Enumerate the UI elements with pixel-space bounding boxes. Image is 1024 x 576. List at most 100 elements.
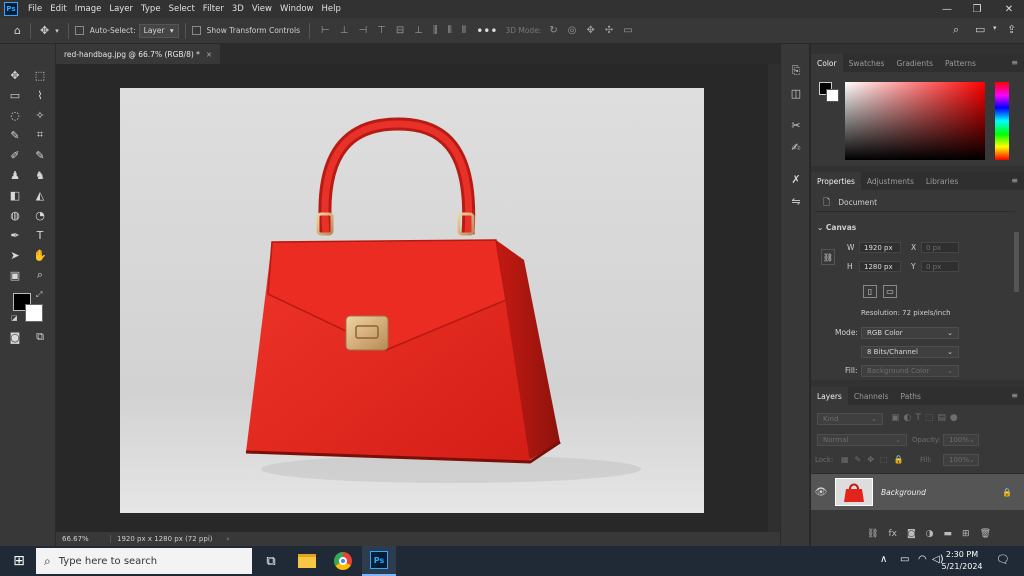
magic-wand-icon[interactable]: ✧	[30, 106, 50, 124]
link-layers-icon[interactable]: ⛓	[867, 529, 878, 539]
3d-roll-icon[interactable]: ◎	[568, 25, 577, 36]
landscape-orientation-icon[interactable]: ▭	[883, 285, 897, 298]
marquee-tool-icon[interactable]: ▭	[5, 86, 25, 104]
properties-scrollbar[interactable]	[1014, 232, 1019, 292]
delete-layer-icon[interactable]: 🗑	[980, 529, 991, 539]
background-color-swatch[interactable]	[25, 304, 43, 322]
auto-select-dropdown[interactable]: Layer ▾	[138, 23, 179, 38]
menu-layer[interactable]: Layer	[105, 4, 137, 14]
fill-dropdown[interactable]: Background Color ⌄	[861, 365, 959, 377]
add-mask-icon[interactable]: ◙	[907, 529, 916, 539]
close-tab-icon[interactable]: ×	[206, 50, 212, 59]
share-icon[interactable]: ⇪	[1007, 23, 1016, 36]
auto-select-checkbox[interactable]	[74, 26, 84, 35]
history-brush-icon[interactable]: ♞	[30, 166, 50, 184]
brush-settings-icon[interactable]: ✂	[789, 118, 803, 132]
type-tool-icon[interactable]: T	[30, 226, 50, 244]
align-right-icon[interactable]: ⊣	[358, 25, 367, 36]
swap-colors-icon[interactable]: ⤢	[36, 290, 42, 300]
tab-patterns[interactable]: Patterns	[939, 54, 982, 72]
x-field[interactable]: 0 px	[921, 242, 959, 253]
dodge-tool-icon[interactable]: ◔	[30, 206, 50, 224]
move-tool-icon[interactable]: ✥	[5, 66, 25, 84]
menu-window[interactable]: Window	[276, 4, 318, 14]
menu-select[interactable]: Select	[165, 4, 199, 14]
shape-tool-icon[interactable]: ▣	[5, 266, 25, 284]
3d-pan-icon[interactable]: ✥	[586, 25, 594, 36]
canvas-section-header[interactable]: ⌄ Canvas	[817, 223, 856, 232]
panel-menu-icon[interactable]: ≡	[1011, 176, 1018, 185]
tab-properties[interactable]: Properties	[811, 172, 861, 190]
distribute-h-icon[interactable]: ⦀	[462, 25, 466, 36]
tab-gradients[interactable]: Gradients	[890, 54, 939, 72]
width-field[interactable]: 1920 px	[859, 242, 901, 253]
artboard-tool-icon[interactable]: ⬚	[30, 66, 50, 84]
distribute-icon[interactable]: ⫼	[433, 25, 438, 36]
close-button[interactable]: ✕	[994, 0, 1024, 18]
layer-name[interactable]: Background	[881, 488, 1002, 497]
tab-libraries[interactable]: Libraries	[920, 172, 964, 190]
document-canvas[interactable]	[56, 64, 768, 532]
clone-stamp-icon[interactable]: ♟	[5, 166, 25, 184]
menu-image[interactable]: Image	[71, 4, 106, 14]
wifi-icon[interactable]: ◠	[918, 554, 927, 565]
crop-tool-icon[interactable]: ⌗	[30, 126, 50, 144]
lock-icon[interactable]: 🔒	[1002, 488, 1012, 497]
tab-layers[interactable]: Layers	[811, 387, 848, 405]
zoom-level[interactable]: 66.67%	[62, 535, 106, 543]
path-select-icon[interactable]: ➤	[5, 246, 25, 264]
tab-adjustments[interactable]: Adjustments	[861, 172, 920, 190]
height-field[interactable]: 1280 px	[859, 261, 901, 272]
eraser-tool-icon[interactable]: ◧	[5, 186, 25, 204]
search-icon[interactable]: ⌕	[953, 23, 959, 37]
panel-menu-icon[interactable]: ≡	[1011, 391, 1018, 400]
home-icon[interactable]: ⌂	[14, 24, 21, 37]
brushes-panel-icon[interactable]: ✍	[789, 140, 803, 154]
vertical-scrollbar[interactable]	[768, 64, 780, 532]
layer-row-background[interactable]: 👁 Background 🔒	[811, 474, 1024, 510]
distribute-v-icon[interactable]: ⫴	[448, 25, 452, 36]
opacity-field[interactable]: 100% ⌄	[943, 434, 979, 446]
polygon-lasso-icon[interactable]: ◌	[5, 106, 25, 124]
mode-dropdown[interactable]: RGB Color ⌄	[861, 327, 959, 339]
default-colors-icon[interactable]: ◪	[11, 314, 18, 322]
status-menu-arrow[interactable]: ›	[227, 535, 230, 543]
eyedropper-icon[interactable]: ✎	[5, 126, 25, 144]
minimize-button[interactable]: —	[932, 0, 962, 18]
tab-swatches[interactable]: Swatches	[843, 54, 891, 72]
show-transform-checkbox[interactable]	[191, 26, 201, 35]
tab-paths[interactable]: Paths	[895, 387, 927, 405]
battery-icon[interactable]: ▭	[900, 554, 909, 565]
portrait-orientation-icon[interactable]: ▯	[863, 285, 877, 298]
paragraph-panel-icon[interactable]: ⇋	[789, 194, 803, 208]
move-tool-icon[interactable]: ✥	[40, 24, 49, 37]
hand-tool-icon[interactable]: ✋	[30, 246, 50, 264]
new-group-icon[interactable]: ▬	[944, 529, 953, 539]
tab-channels[interactable]: Channels	[848, 387, 895, 405]
menu-filter[interactable]: Filter	[199, 4, 228, 14]
zoom-tool-icon[interactable]: ⌕	[30, 266, 50, 284]
layer-filter-icons[interactable]: ▣◐T⬚▤●	[891, 413, 962, 423]
align-middle-icon[interactable]: ⊟	[396, 25, 404, 36]
tab-color[interactable]: Color	[811, 54, 843, 72]
pen-tool-icon[interactable]: ✒	[5, 226, 25, 244]
align-center-icon[interactable]: ⊥	[340, 25, 349, 36]
fill-field[interactable]: 100% ⌄	[943, 454, 979, 466]
photoshop-taskbar-icon[interactable]: Ps	[362, 546, 396, 576]
chevron-up-icon[interactable]: ∧	[880, 554, 887, 565]
3d-scale-icon[interactable]: ▭	[623, 25, 632, 36]
new-layer-icon[interactable]: ⊞	[962, 529, 970, 539]
menu-edit[interactable]: Edit	[46, 4, 70, 14]
lock-icons[interactable]: ▦✎✥⬚🔒	[841, 455, 909, 464]
align-top-icon[interactable]: ⊤	[377, 25, 386, 36]
lasso-tool-icon[interactable]: ⌇	[30, 86, 50, 104]
link-dimensions-icon[interactable]: ⛓	[821, 249, 835, 265]
3d-slide-icon[interactable]: ✣	[605, 25, 613, 36]
align-left-icon[interactable]: ⊢	[321, 25, 330, 36]
y-field[interactable]: 0 px	[921, 261, 959, 272]
chevron-down-icon[interactable]: ▾	[993, 24, 997, 32]
blend-mode-dropdown[interactable]: Normal ⌄	[817, 434, 907, 446]
chevron-down-icon[interactable]: ▾	[55, 27, 59, 35]
workspace-icon[interactable]: ▭	[975, 23, 985, 36]
screen-mode-icon[interactable]: ⧉	[30, 328, 50, 346]
